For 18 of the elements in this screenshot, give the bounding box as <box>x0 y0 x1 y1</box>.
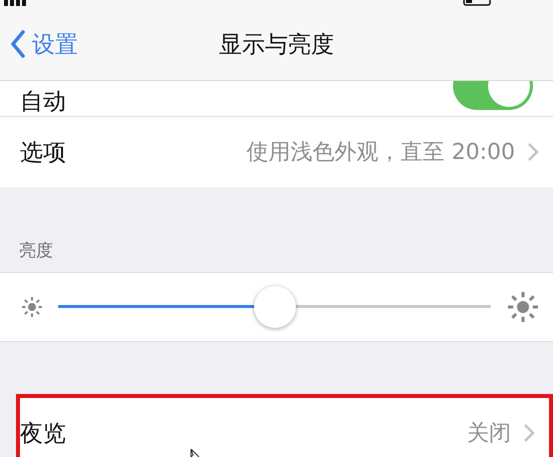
pointer-icon <box>190 449 202 457</box>
bright-sun-icon <box>505 289 541 325</box>
brightness-slider[interactable] <box>58 285 491 329</box>
settings-row[interactable]: 自动 <box>0 81 553 117</box>
section-header: 亮度 <box>19 240 53 262</box>
dim-sun-icon <box>20 295 44 319</box>
row-value: 关闭 <box>467 420 511 448</box>
row-label: 选项 <box>20 138 66 168</box>
settings-row[interactable]: 夜览 关闭 <box>16 394 553 457</box>
row-label: 夜览 <box>20 420 66 448</box>
back-button[interactable]: 设置 <box>10 28 78 60</box>
battery-icon <box>463 0 493 6</box>
chevron-icon <box>523 423 535 443</box>
chevron-icon <box>527 142 539 162</box>
row-label: 自动 <box>20 88 66 116</box>
page-title: 显示与亮度 <box>219 30 334 60</box>
back-chevron-icon <box>10 30 26 58</box>
row-value: 使用浅色外观，直至 20:00 <box>246 139 515 167</box>
